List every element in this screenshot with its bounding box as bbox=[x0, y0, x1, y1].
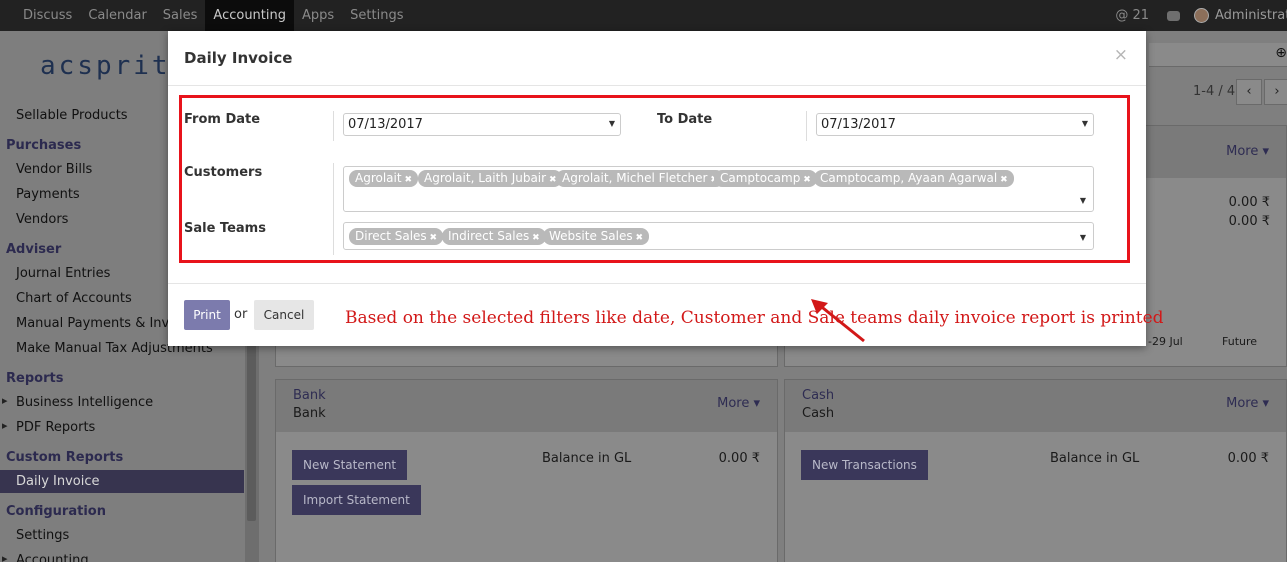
to-date-field[interactable]: 07/13/2017 ▼ bbox=[816, 113, 1094, 136]
menu-calendar[interactable]: Calendar bbox=[80, 0, 154, 31]
card-subtitle: Cash bbox=[802, 406, 835, 421]
divider bbox=[333, 163, 334, 255]
user-menu[interactable]: Administrator bbox=[1215, 8, 1287, 23]
sidebar-item-sellable-products[interactable]: Sellable Products bbox=[16, 108, 128, 123]
sidebar-item-pdf-reports[interactable]: PDF Reports bbox=[2, 419, 95, 435]
customers-field[interactable]: Agrolait Agrolait, Laith Jubair Agrolait… bbox=[343, 166, 1094, 212]
chart-axis-label: -29 Jul bbox=[1148, 335, 1183, 348]
menu-sales[interactable]: Sales bbox=[155, 0, 206, 31]
daily-invoice-dialog: Daily Invoice × From Date 07/13/2017 ▼ T… bbox=[168, 31, 1164, 346]
import-statement-button[interactable]: Import Statement bbox=[292, 485, 421, 515]
chat-icon[interactable] bbox=[1167, 10, 1180, 21]
app-menu: Discuss Calendar Sales Accounting Apps S… bbox=[0, 0, 412, 31]
card-header bbox=[785, 380, 1286, 432]
dropdown-caret-icon[interactable]: ▼ bbox=[1082, 119, 1088, 128]
topbar-right: @ 21 Administrator bbox=[1115, 0, 1287, 31]
sale-teams-field[interactable]: Direct Sales Indirect Sales Website Sale… bbox=[343, 222, 1094, 250]
sidebar-section-purchases: Purchases bbox=[6, 138, 82, 153]
sale-team-tag[interactable]: Indirect Sales bbox=[442, 228, 546, 245]
top-navbar: Discuss Calendar Sales Accounting Apps S… bbox=[0, 0, 1287, 31]
sidebar-section-adviser: Adviser bbox=[6, 242, 62, 257]
sidebar-section-configuration: Configuration bbox=[6, 504, 106, 519]
dialog-title: Daily Invoice bbox=[184, 49, 293, 67]
annotation-note: Based on the selected filters like date,… bbox=[345, 308, 1164, 328]
cancel-button[interactable]: Cancel bbox=[254, 300, 314, 330]
sidebar-item-settings[interactable]: Settings bbox=[16, 528, 69, 543]
sidebar-item-vendors[interactable]: Vendors bbox=[16, 212, 68, 227]
divider bbox=[333, 111, 334, 141]
pager-previous-button[interactable]: ‹ bbox=[1236, 79, 1262, 105]
sidebar-item-journal-entries[interactable]: Journal Entries bbox=[16, 266, 110, 281]
search-icon[interactable]: ⊕ bbox=[1275, 45, 1287, 61]
menu-apps[interactable]: Apps bbox=[294, 0, 342, 31]
balance-label: Balance in GL bbox=[1050, 451, 1140, 466]
dropdown-caret-icon[interactable]: ▼ bbox=[609, 119, 615, 128]
customer-tag[interactable]: Camptocamp bbox=[714, 170, 817, 187]
dropdown-caret-icon[interactable]: ▼ bbox=[1080, 196, 1086, 205]
amount-value: 0.00 ₹ bbox=[1228, 195, 1270, 210]
pager-value: 1-4 / 4 bbox=[1193, 84, 1236, 99]
customers-label: Customers bbox=[184, 165, 263, 180]
divider bbox=[168, 283, 1146, 284]
close-icon[interactable]: × bbox=[1114, 45, 1128, 65]
company-logo: acsprit bbox=[40, 51, 171, 81]
cash-journal-card: Cash Cash More ▾ New Transactions Balanc… bbox=[784, 379, 1287, 562]
new-statement-button[interactable]: New Statement bbox=[292, 450, 408, 480]
bank-journal-card: Bank Bank More ▾ New Statement Import St… bbox=[275, 379, 778, 562]
sidebar-item-business-intelligence[interactable]: Business Intelligence bbox=[2, 394, 153, 410]
sidebar-section-custom-reports: Custom Reports bbox=[6, 450, 124, 465]
search-bar[interactable]: ⊕ bbox=[1149, 43, 1287, 67]
sidebar-item-vendor-bills[interactable]: Vendor Bills bbox=[16, 162, 92, 177]
from-date-value: 07/13/2017 bbox=[348, 117, 423, 132]
sale-team-tag[interactable]: Direct Sales bbox=[349, 228, 444, 245]
card-header bbox=[276, 380, 777, 432]
or-text: or bbox=[234, 307, 248, 322]
pager-next-button[interactable]: › bbox=[1264, 79, 1287, 105]
to-date-label: To Date bbox=[657, 112, 713, 127]
chart-axis-label: Future bbox=[1222, 335, 1258, 348]
new-transactions-button[interactable]: New Transactions bbox=[801, 450, 928, 480]
divider bbox=[806, 111, 807, 141]
sale-teams-label: Sale Teams bbox=[184, 221, 266, 236]
sidebar-item-accounting[interactable]: Accounting bbox=[2, 552, 89, 562]
card-title[interactable]: Bank bbox=[293, 388, 326, 403]
customer-tag[interactable]: Agrolait, Michel Fletcher bbox=[556, 170, 724, 187]
sidebar-item-daily-invoice[interactable]: Daily Invoice bbox=[16, 474, 100, 489]
menu-discuss[interactable]: Discuss bbox=[15, 0, 80, 31]
sidebar-item-payments[interactable]: Payments bbox=[16, 187, 80, 202]
user-avatar[interactable] bbox=[1194, 8, 1209, 23]
more-dropdown[interactable]: More ▾ bbox=[1226, 396, 1269, 411]
more-dropdown[interactable]: More ▾ bbox=[1226, 144, 1269, 159]
customer-tag[interactable]: Agrolait, Laith Jubair bbox=[418, 170, 563, 187]
divider bbox=[168, 85, 1146, 86]
from-date-label: From Date bbox=[184, 112, 261, 127]
sale-team-tag[interactable]: Website Sales bbox=[543, 228, 649, 245]
from-date-field[interactable]: 07/13/2017 ▼ bbox=[343, 113, 621, 136]
more-dropdown[interactable]: More ▾ bbox=[717, 396, 760, 411]
balance-label: Balance in GL bbox=[542, 451, 632, 466]
amount-value: 0.00 ₹ bbox=[1228, 214, 1270, 229]
customer-tag[interactable]: Agrolait bbox=[349, 170, 418, 187]
to-date-value: 07/13/2017 bbox=[821, 117, 896, 132]
card-title[interactable]: Cash bbox=[802, 388, 834, 403]
sidebar-item-chart-of-accounts[interactable]: Chart of Accounts bbox=[16, 291, 132, 306]
sidebar-section-reports: Reports bbox=[6, 371, 64, 386]
mentions-counter[interactable]: @ 21 bbox=[1115, 8, 1149, 23]
customer-tag[interactable]: Camptocamp, Ayaan Agarwal bbox=[814, 170, 1014, 187]
card-subtitle: Bank bbox=[293, 406, 326, 421]
menu-settings[interactable]: Settings bbox=[342, 0, 411, 31]
menu-accounting[interactable]: Accounting bbox=[205, 0, 294, 31]
balance-value: 0.00 ₹ bbox=[718, 451, 760, 466]
dropdown-caret-icon[interactable]: ▼ bbox=[1080, 233, 1086, 242]
print-button[interactable]: Print bbox=[184, 300, 230, 330]
balance-value: 0.00 ₹ bbox=[1227, 451, 1269, 466]
